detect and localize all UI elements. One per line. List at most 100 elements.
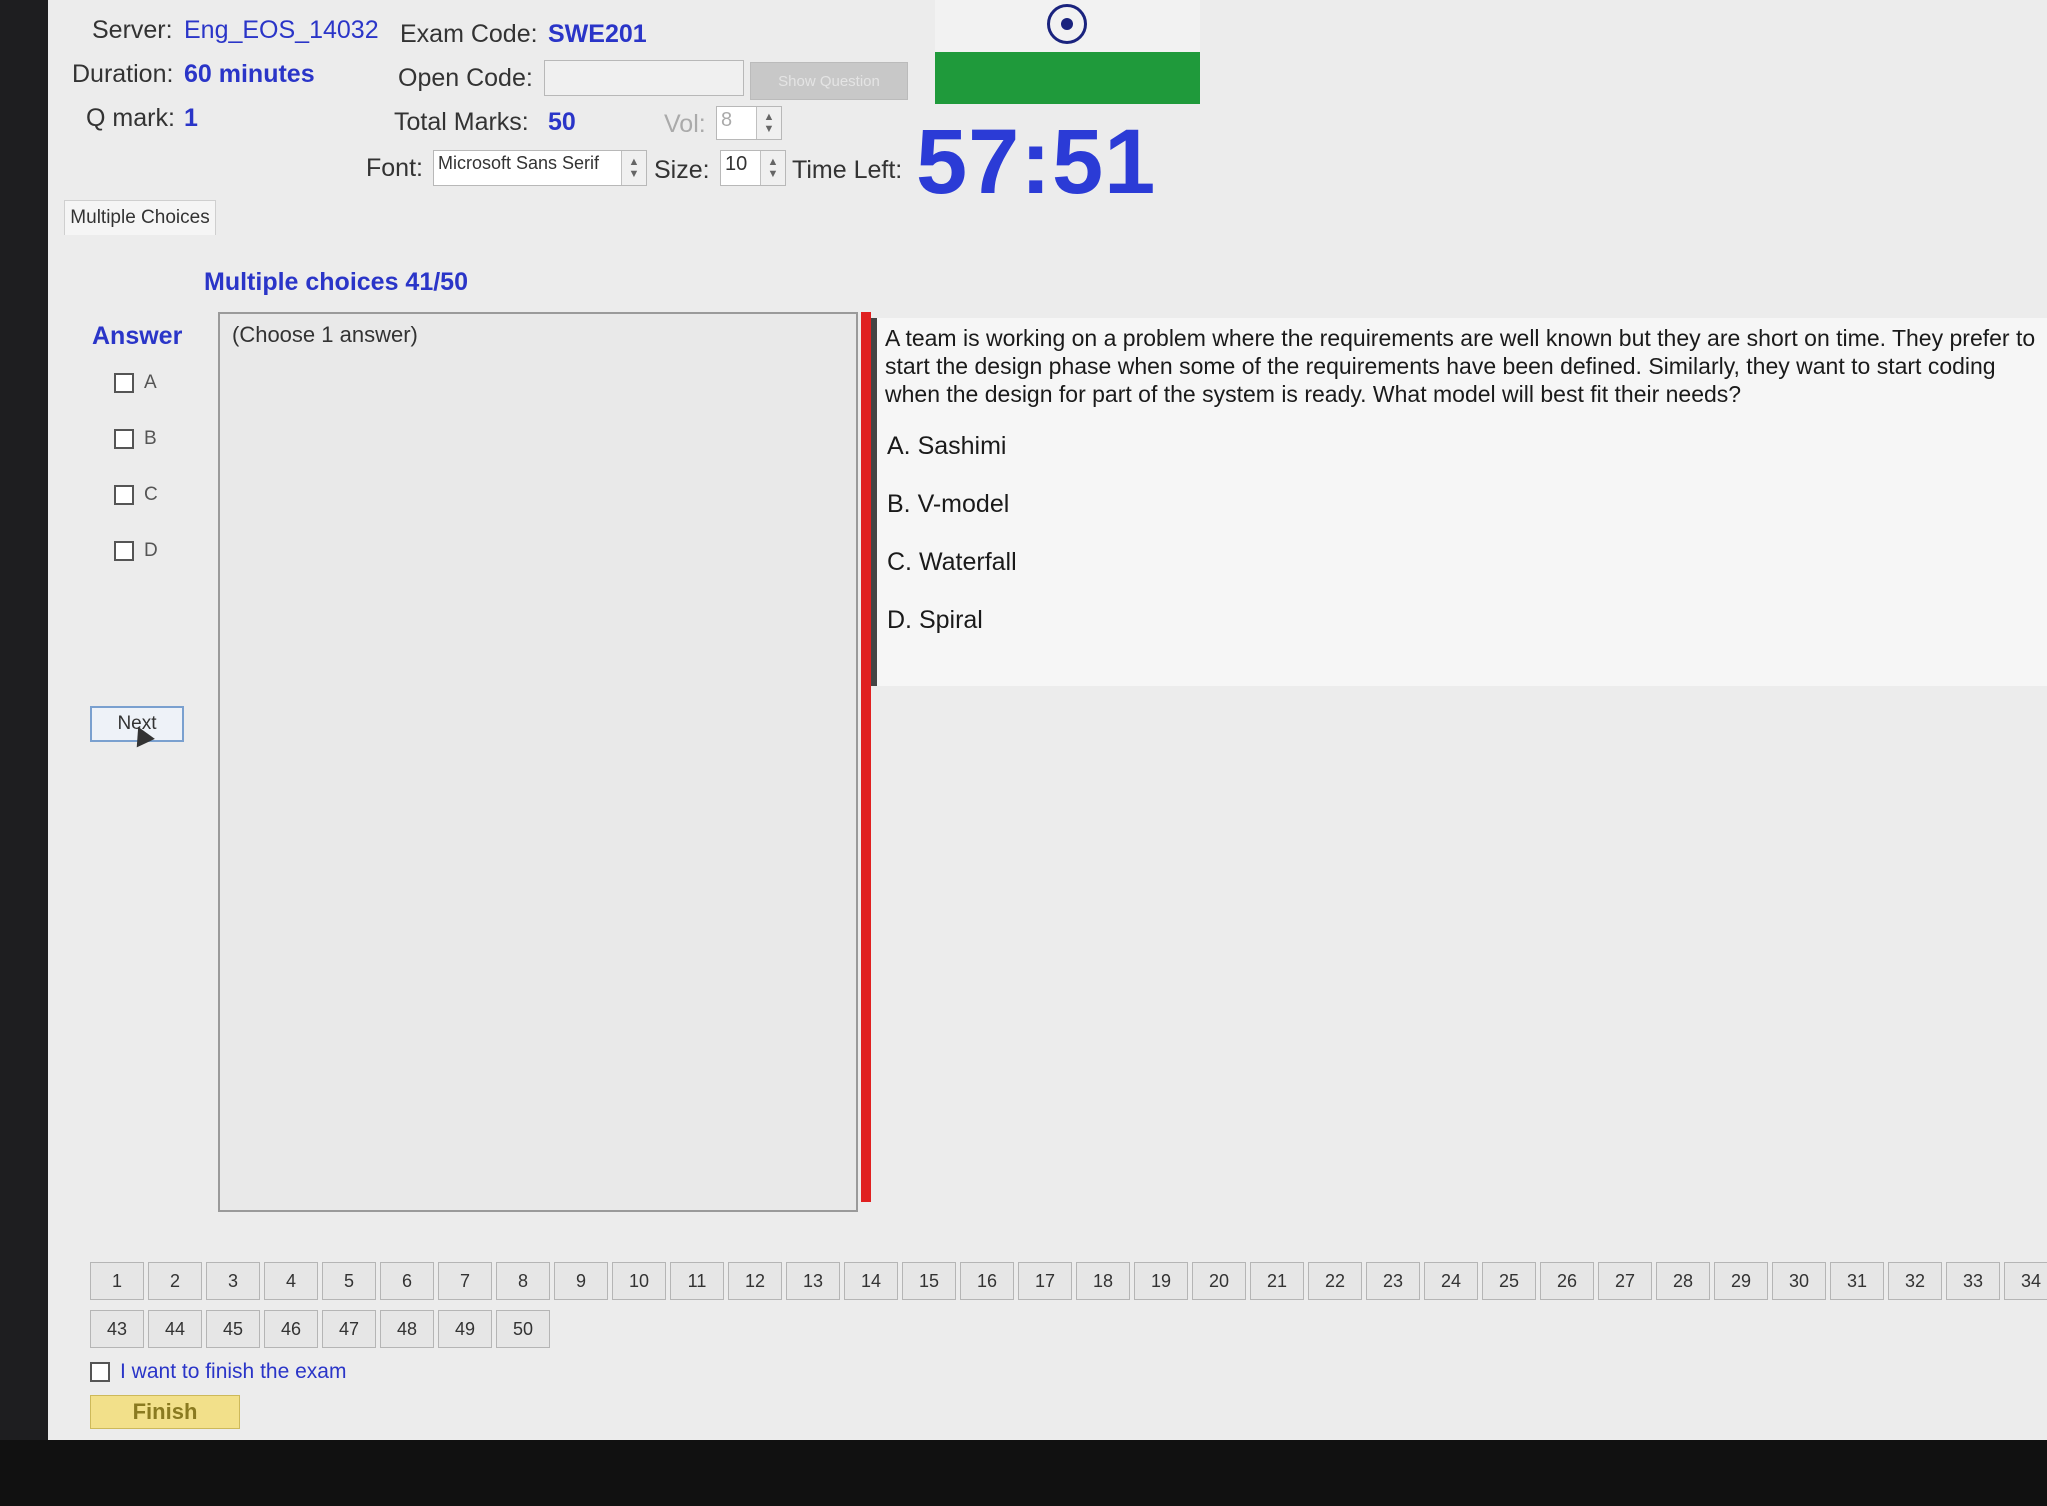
spinner-arrows-icon[interactable]: ▲ ▼ bbox=[760, 151, 785, 185]
question-nav-button[interactable]: 28 bbox=[1656, 1262, 1710, 1300]
question-nav-button[interactable]: 25 bbox=[1482, 1262, 1536, 1300]
question-nav-button[interactable]: 13 bbox=[786, 1262, 840, 1300]
question-nav-button[interactable]: 2 bbox=[148, 1262, 202, 1300]
option-letter: A bbox=[144, 372, 157, 393]
server-value: Eng_EOS_14032 bbox=[184, 16, 379, 44]
question-nav-button[interactable]: 14 bbox=[844, 1262, 898, 1300]
finish-exam-label: I want to finish the exam bbox=[120, 1360, 347, 1383]
question-nav-button[interactable]: 6 bbox=[380, 1262, 434, 1300]
finish-exam-checkbox[interactable]: I want to finish the exam bbox=[90, 1360, 346, 1384]
time-left-label: Time Left: bbox=[792, 156, 903, 184]
question-nav-row-2: 43 44 45 46 47 48 49 50 bbox=[90, 1310, 550, 1348]
countdown-timer: 57:51 bbox=[916, 111, 1157, 213]
question-nav-button[interactable]: 5 bbox=[322, 1262, 376, 1300]
panel-divider[interactable] bbox=[861, 312, 871, 1202]
question-nav-button[interactable]: 3 bbox=[206, 1262, 260, 1300]
option-letter: B bbox=[144, 428, 157, 449]
question-nav-button[interactable]: 20 bbox=[1192, 1262, 1246, 1300]
question-nav-button[interactable]: 27 bbox=[1598, 1262, 1652, 1300]
font-select[interactable]: Microsoft Sans Serif ▲ ▼ bbox=[433, 150, 647, 186]
question-nav-button[interactable]: 22 bbox=[1308, 1262, 1362, 1300]
show-question-button[interactable]: Show Question bbox=[750, 62, 908, 100]
question-nav-button[interactable]: 19 bbox=[1134, 1262, 1188, 1300]
font-label: Font: bbox=[366, 154, 423, 182]
question-nav-button[interactable]: 11 bbox=[670, 1262, 724, 1300]
qmark-label: Q mark: bbox=[86, 104, 175, 132]
question-nav-button[interactable]: 45 bbox=[206, 1310, 260, 1348]
question-nav-button[interactable]: 32 bbox=[1888, 1262, 1942, 1300]
question-option-a: A. Sashimi bbox=[887, 432, 1007, 460]
tab-multiple-choices[interactable]: Multiple Choices bbox=[64, 200, 216, 235]
answer-option-a[interactable]: A bbox=[114, 372, 157, 394]
question-nav-button[interactable]: 9 bbox=[554, 1262, 608, 1300]
ashoka-chakra-icon bbox=[1047, 4, 1087, 44]
answer-heading: Answer bbox=[92, 322, 183, 350]
choose-hint: (Choose 1 answer) bbox=[232, 322, 418, 347]
question-nav-button[interactable]: 33 bbox=[1946, 1262, 2000, 1300]
qmark-value: 1 bbox=[184, 104, 198, 132]
answer-notes-panel: (Choose 1 answer) bbox=[218, 312, 858, 1212]
question-nav-button[interactable]: 4 bbox=[264, 1262, 318, 1300]
question-nav-button[interactable]: 17 bbox=[1018, 1262, 1072, 1300]
question-nav-button[interactable]: 16 bbox=[960, 1262, 1014, 1300]
question-nav-button[interactable]: 43 bbox=[90, 1310, 144, 1348]
vol-spinner[interactable]: 8 ▲ ▼ bbox=[716, 106, 782, 140]
question-nav-button[interactable]: 48 bbox=[380, 1310, 434, 1348]
checkbox[interactable] bbox=[90, 1362, 110, 1382]
question-nav-button[interactable]: 30 bbox=[1772, 1262, 1826, 1300]
monitor-bezel-bottom bbox=[0, 1440, 2047, 1506]
font-value: Microsoft Sans Serif bbox=[438, 153, 600, 173]
checkbox[interactable] bbox=[114, 485, 134, 505]
checkbox[interactable] bbox=[114, 429, 134, 449]
open-code-label: Open Code: bbox=[398, 64, 533, 92]
total-marks-label: Total Marks: bbox=[394, 108, 529, 136]
question-nav-button[interactable]: 44 bbox=[148, 1310, 202, 1348]
question-nav-button[interactable]: 26 bbox=[1540, 1262, 1594, 1300]
question-option-b: B. V-model bbox=[887, 490, 1010, 518]
finish-button[interactable]: Finish bbox=[90, 1395, 240, 1429]
question-nav-button[interactable]: 24 bbox=[1424, 1262, 1478, 1300]
question-nav-button[interactable]: 31 bbox=[1830, 1262, 1884, 1300]
vol-label: Vol: bbox=[664, 110, 706, 138]
question-nav-button[interactable]: 50 bbox=[496, 1310, 550, 1348]
exam-code-value: SWE201 bbox=[548, 20, 647, 48]
question-text: A team is working on a problem where the… bbox=[885, 325, 2036, 407]
section-title: Multiple choices 41/50 bbox=[204, 268, 468, 296]
india-flag-image bbox=[935, 0, 1200, 104]
question-option-d: D. Spiral bbox=[887, 606, 983, 634]
question-nav-button[interactable]: 29 bbox=[1714, 1262, 1768, 1300]
question-nav-button[interactable]: 46 bbox=[264, 1310, 318, 1348]
option-letter: D bbox=[144, 540, 158, 561]
exam-window: Server: Eng_EOS_14032 Exam Code: SWE201 … bbox=[48, 0, 2047, 1440]
question-nav-button[interactable]: 21 bbox=[1250, 1262, 1304, 1300]
checkbox[interactable] bbox=[114, 541, 134, 561]
question-nav-button[interactable]: 34 bbox=[2004, 1262, 2047, 1300]
checkbox[interactable] bbox=[114, 373, 134, 393]
question-nav-button[interactable]: 23 bbox=[1366, 1262, 1420, 1300]
question-nav-button[interactable]: 47 bbox=[322, 1310, 376, 1348]
size-spinner[interactable]: 10 ▲ ▼ bbox=[720, 150, 786, 186]
question-nav-button[interactable]: 10 bbox=[612, 1262, 666, 1300]
open-code-input[interactable] bbox=[544, 60, 744, 96]
duration-value: 60 minutes bbox=[184, 60, 315, 88]
question-option-c: C. Waterfall bbox=[887, 548, 1017, 576]
question-panel: A team is working on a problem where the… bbox=[871, 318, 2047, 686]
question-nav-button[interactable]: 49 bbox=[438, 1310, 492, 1348]
question-nav-button[interactable]: 18 bbox=[1076, 1262, 1130, 1300]
exam-code-label: Exam Code: bbox=[400, 20, 538, 48]
answer-option-c[interactable]: C bbox=[114, 484, 158, 506]
spinner-arrows-icon[interactable]: ▲ ▼ bbox=[756, 107, 781, 139]
total-marks-value: 50 bbox=[548, 108, 576, 136]
question-nav-button[interactable]: 1 bbox=[90, 1262, 144, 1300]
duration-label: Duration: bbox=[72, 60, 174, 88]
question-nav-button[interactable]: 12 bbox=[728, 1262, 782, 1300]
size-value: 10 bbox=[725, 153, 748, 175]
server-label: Server: bbox=[92, 16, 173, 44]
question-nav-button[interactable]: 7 bbox=[438, 1262, 492, 1300]
answer-option-b[interactable]: B bbox=[114, 428, 157, 450]
spinner-arrows-icon[interactable]: ▲ ▼ bbox=[621, 151, 646, 185]
question-nav-button[interactable]: 15 bbox=[902, 1262, 956, 1300]
answer-option-d[interactable]: D bbox=[114, 540, 158, 562]
question-nav-row-1: 1 2 3 4 5 6 7 8 9 10 11 12 13 14 15 16 17 18 19 20 21 22 23 24 2… bbox=[90, 1262, 2047, 1300]
question-nav-button[interactable]: 8 bbox=[496, 1262, 550, 1300]
